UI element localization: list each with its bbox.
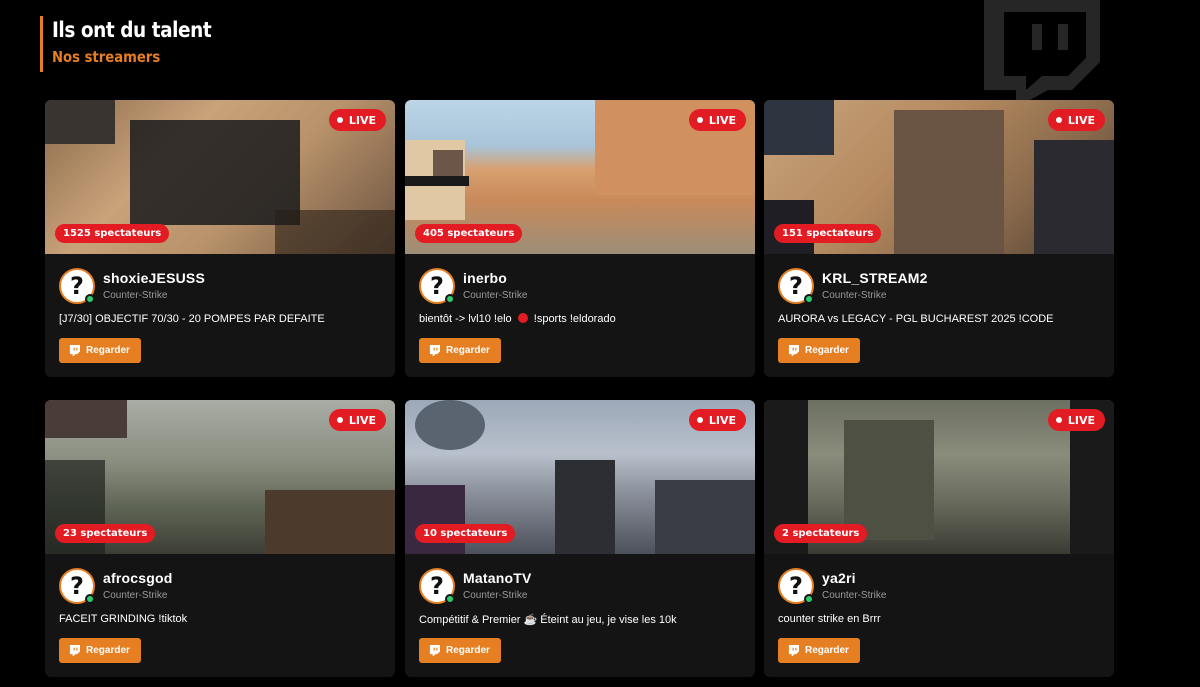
- twitch-icon: [788, 345, 799, 356]
- live-dot-icon: [1055, 117, 1062, 123]
- section-title: Ils ont du talent: [52, 18, 212, 42]
- live-badge: LIVE: [328, 109, 386, 131]
- live-dot-icon: [336, 417, 343, 423]
- live-dot-icon: [696, 117, 703, 123]
- online-status-icon: [804, 594, 814, 604]
- watch-button[interactable]: Regarder: [419, 638, 501, 663]
- live-dot-icon: [696, 417, 703, 423]
- streamer-name[interactable]: shoxieJESUSS: [103, 270, 205, 286]
- stream-game: Counter-Strike: [103, 590, 168, 601]
- live-dot-icon: [336, 117, 343, 123]
- stream-title: bientôt -> lvl10 !elo !sports !eldorado: [419, 313, 616, 325]
- viewer-count-badge: 23 spectateurs: [55, 524, 156, 543]
- watch-button[interactable]: Regarder: [778, 338, 860, 363]
- stream-thumbnail[interactable]: LIVE 10 spectateurs: [405, 400, 755, 554]
- stream-thumbnail[interactable]: LIVE 151 spectateurs: [764, 100, 1114, 254]
- streamer-card[interactable]: LIVE 10 spectateurs ? MatanoTV Counter-S…: [405, 400, 755, 677]
- streamer-card[interactable]: LIVE 151 spectateurs ? KRL_STREAM2 Count…: [764, 100, 1114, 377]
- viewer-count-badge: 151 spectateurs: [774, 224, 882, 243]
- stream-game: Counter-Strike: [103, 290, 168, 301]
- stream-game: Counter-Strike: [463, 290, 528, 301]
- stream-title: [J7/30] OBJECTIF 70/30 - 20 POMPES PAR D…: [59, 313, 325, 325]
- online-status-icon: [85, 294, 95, 304]
- stream-game: Counter-Strike: [822, 590, 887, 601]
- stream-game: Counter-Strike: [822, 290, 887, 301]
- live-dot-icon: [1055, 417, 1062, 423]
- streamer-card[interactable]: LIVE 1525 spectateurs ? shoxieJESUSS Cou…: [45, 100, 395, 377]
- viewer-count-badge: 2 spectateurs: [774, 524, 868, 543]
- streamer-name[interactable]: ya2ri: [822, 570, 856, 586]
- twitch-icon: [69, 645, 80, 656]
- streamer-name[interactable]: afrocsgod: [103, 570, 172, 586]
- streamer-card[interactable]: LIVE 23 spectateurs ? afrocsgod Counter-…: [45, 400, 395, 677]
- live-badge: LIVE: [1047, 409, 1105, 431]
- online-status-icon: [85, 594, 95, 604]
- online-status-icon: [445, 594, 455, 604]
- stream-thumbnail[interactable]: LIVE 405 spectateurs: [405, 100, 755, 254]
- stream-game: Counter-Strike: [463, 590, 528, 601]
- online-status-icon: [804, 294, 814, 304]
- twitch-icon: [788, 645, 799, 656]
- stream-title: counter strike en Brrr: [778, 613, 881, 625]
- viewer-count-badge: 405 spectateurs: [415, 224, 523, 243]
- section-subtitle: Nos streamers: [52, 48, 161, 66]
- streamer-name[interactable]: KRL_STREAM2: [822, 270, 928, 286]
- watch-button[interactable]: Regarder: [59, 338, 141, 363]
- stream-thumbnail[interactable]: LIVE 2 spectateurs: [764, 400, 1114, 554]
- twitch-logo-background-icon: [984, 0, 1100, 100]
- streamer-card[interactable]: LIVE 2 spectateurs ? ya2ri Counter-Strik…: [764, 400, 1114, 677]
- streamer-name[interactable]: MatanoTV: [463, 570, 532, 586]
- section-header: Ils ont du talent Nos streamers: [40, 16, 233, 72]
- viewer-count-badge: 10 spectateurs: [415, 524, 516, 543]
- stream-title: Compétitif & Premier ☕ Éteint au jeu, je…: [419, 614, 677, 626]
- twitch-icon: [429, 345, 440, 356]
- online-status-icon: [445, 294, 455, 304]
- red-circle-emoji-icon: [517, 313, 528, 323]
- watch-button[interactable]: Regarder: [419, 338, 501, 363]
- watch-button[interactable]: Regarder: [59, 638, 141, 663]
- live-badge: LIVE: [1047, 109, 1105, 131]
- twitch-icon: [69, 345, 80, 356]
- twitch-icon: [429, 645, 440, 656]
- streamer-card[interactable]: LIVE 405 spectateurs ? inerbo Counter-St…: [405, 100, 755, 377]
- stream-thumbnail[interactable]: LIVE 23 spectateurs: [45, 400, 395, 554]
- stream-title: AURORA vs LEGACY - PGL BUCHAREST 2025 !C…: [778, 313, 1054, 325]
- stream-thumbnail[interactable]: LIVE 1525 spectateurs: [45, 100, 395, 254]
- live-badge: LIVE: [328, 409, 386, 431]
- watch-button[interactable]: Regarder: [778, 638, 860, 663]
- live-badge: LIVE: [688, 409, 746, 431]
- viewer-count-badge: 1525 spectateurs: [55, 224, 170, 243]
- live-badge: LIVE: [688, 109, 746, 131]
- streamer-name[interactable]: inerbo: [463, 270, 507, 286]
- stream-title: FACEIT GRINDING !tiktok: [59, 613, 188, 625]
